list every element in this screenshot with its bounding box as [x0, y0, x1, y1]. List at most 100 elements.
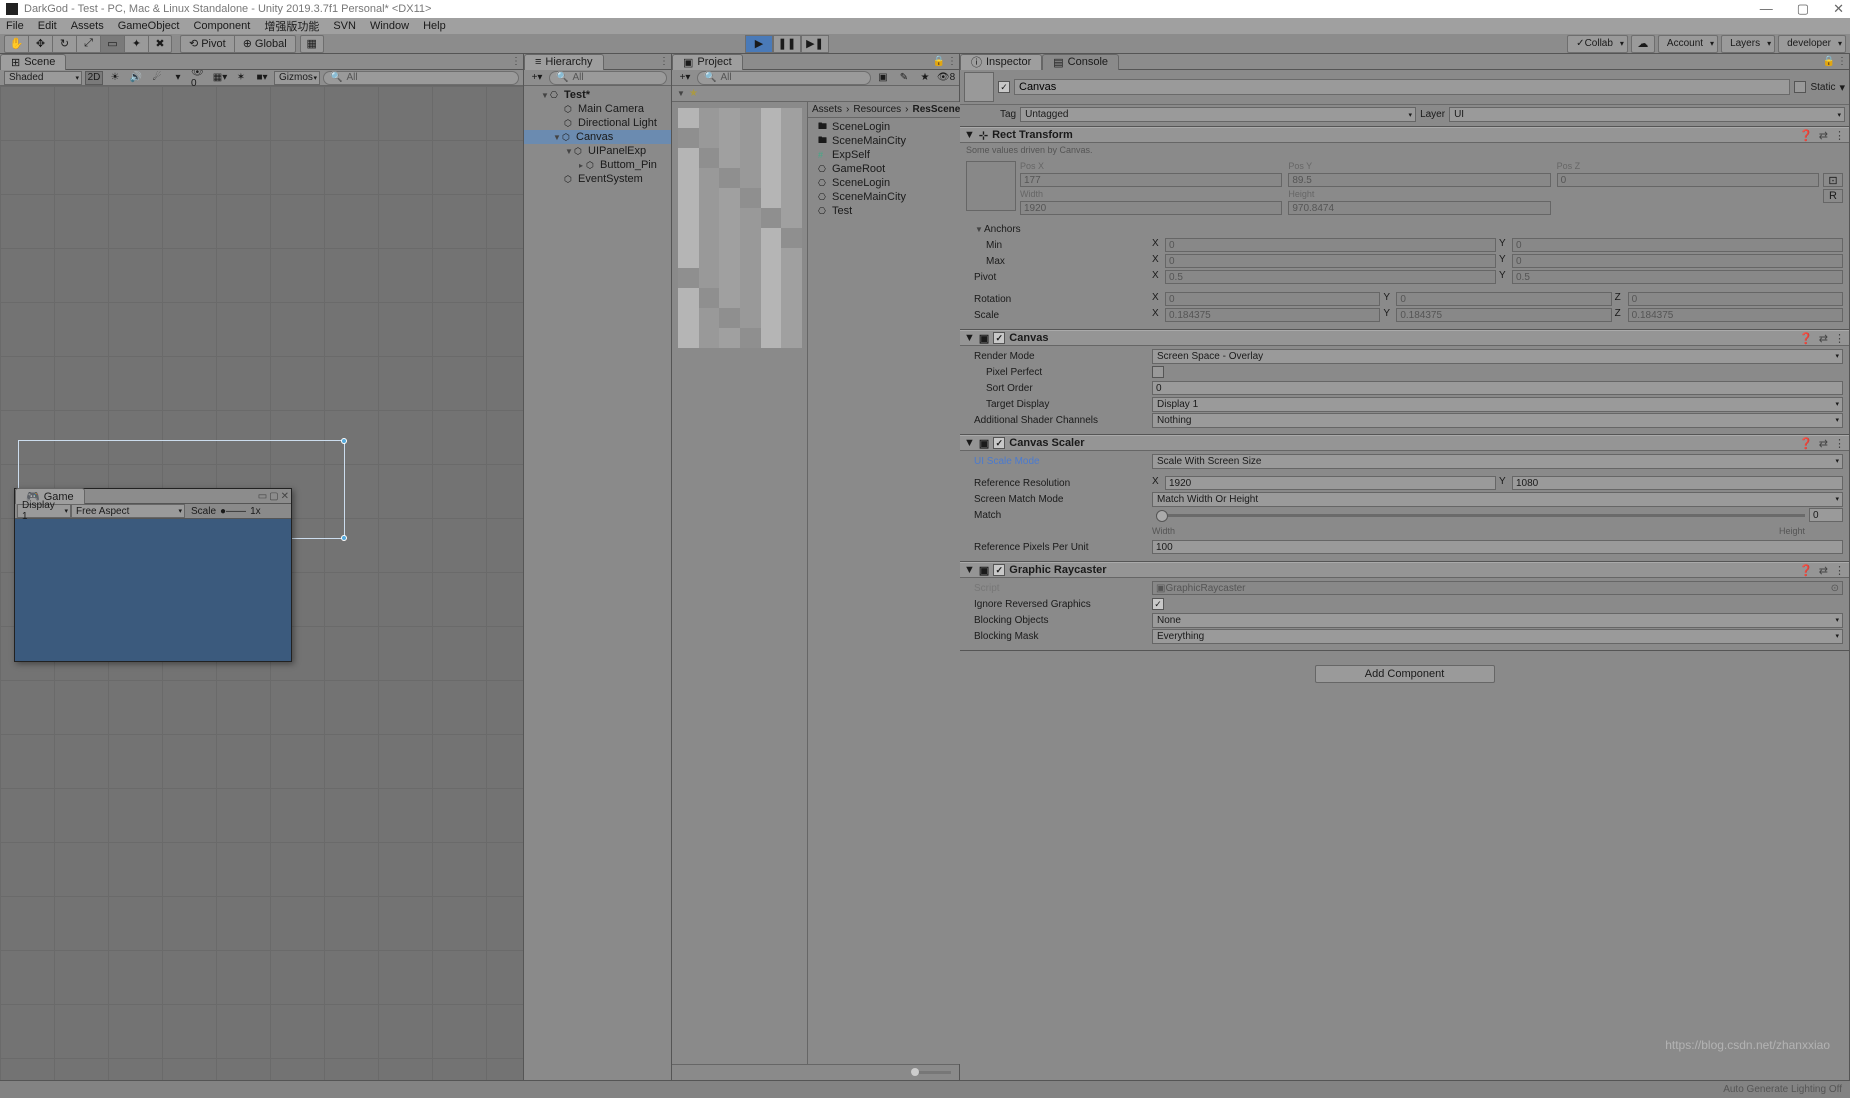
scale-tool-icon[interactable]: ⤢ [76, 35, 100, 53]
add-component-button[interactable]: Add Component [1315, 665, 1495, 683]
hidden-count[interactable]: 👁8 [937, 71, 955, 85]
component-graphic-raycaster[interactable]: ▼▣✓Graphic Raycaster ❓⇄⋮ [960, 562, 1849, 578]
game-close-icon[interactable]: ✕ [281, 491, 289, 502]
gameobject-icon[interactable] [964, 72, 994, 102]
blocking-mask-dropdown[interactable]: Everything [1152, 629, 1843, 644]
hierarchy-search[interactable]: 🔍 All [549, 71, 667, 85]
folder-item[interactable]: 🖿SceneLogin [808, 120, 964, 134]
snap-icon[interactable]: ▦ [300, 35, 324, 53]
panel-menu-icon[interactable]: ⋮ [1837, 56, 1847, 67]
menu-enhanced[interactable]: 增强版功能 [264, 18, 319, 34]
layer-dropdown[interactable]: UI [1449, 107, 1845, 122]
tab-inspector[interactable]: ⓘ Inspector [960, 54, 1042, 70]
grid-icon[interactable]: ▦▾ [211, 71, 229, 85]
menu-component[interactable]: Component [193, 20, 250, 32]
tree-item-canvas[interactable]: ▼⬡Canvas [524, 130, 671, 144]
2d-toggle[interactable]: 2D [85, 71, 103, 85]
folder-item[interactable]: #ExpSelf [808, 148, 964, 162]
audio-icon[interactable]: 🔊 [127, 71, 145, 85]
fav-icon[interactable]: ★ [916, 71, 934, 85]
menu-edit[interactable]: Edit [38, 20, 57, 32]
width-field[interactable]: 1920 [1020, 201, 1282, 215]
match-slider[interactable] [1156, 514, 1805, 517]
fx-icon[interactable]: ☄ [148, 71, 166, 85]
game-display-dropdown[interactable]: Display 1 [17, 504, 71, 518]
match-mode-dropdown[interactable]: Match Width Or Height [1152, 492, 1843, 507]
move-tool-icon[interactable]: ✥ [28, 35, 52, 53]
tag-dropdown[interactable]: Untagged [1020, 107, 1416, 122]
layers-dropdown[interactable]: Layers [1721, 35, 1775, 53]
menu-gameobject[interactable]: GameObject [118, 20, 180, 32]
menu-file[interactable]: File [6, 20, 24, 32]
ignore-reversed-checkbox[interactable]: ✓ [1152, 598, 1164, 610]
component-rect-transform[interactable]: ▼⊹Rect Transform ❓⇄⋮ [960, 127, 1849, 143]
lock-icon[interactable]: 🔒 [1823, 56, 1835, 67]
menu-window[interactable]: Window [370, 20, 409, 32]
folder-item[interactable]: ⎔SceneMainCity [808, 190, 964, 204]
account-dropdown[interactable]: Account [1658, 35, 1718, 53]
pause-button[interactable]: ❚❚ [773, 35, 801, 53]
match-value[interactable]: 0 [1809, 508, 1843, 522]
posx-field[interactable]: 177 [1020, 173, 1282, 187]
component-canvas[interactable]: ▼▣✓Canvas ❓⇄⋮ [960, 330, 1849, 346]
play-button[interactable]: ▶ [745, 35, 773, 53]
filter-icon[interactable]: ▣ [874, 71, 892, 85]
cloud-icon[interactable]: ☁ [1631, 35, 1655, 53]
posy-field[interactable]: 89.5 [1288, 173, 1550, 187]
game-aspect-dropdown[interactable]: Free Aspect [71, 504, 185, 518]
shader-channels-dropdown[interactable]: Nothing [1152, 413, 1843, 428]
tree-item[interactable]: ⬡EventSystem [524, 172, 671, 186]
game-window[interactable]: 🎮 Game ▭ ▢ ✕ Display 1 Free Aspect Scale… [14, 488, 292, 662]
menu-svn[interactable]: SVN [333, 20, 356, 32]
camera-icon[interactable]: ■▾ [253, 71, 271, 85]
sort-order-field[interactable]: 0 [1152, 381, 1843, 395]
tree-scene[interactable]: ▼⎔Test* [524, 88, 671, 102]
sky-icon[interactable]: ▾ [169, 71, 187, 85]
menu-assets[interactable]: Assets [71, 20, 104, 32]
shading-dropdown[interactable]: Shaded [4, 71, 82, 85]
scale-mode-dropdown[interactable]: Scale With Screen Size [1152, 454, 1843, 469]
folder-item[interactable]: ⎔GameRoot [808, 162, 964, 176]
tab-project[interactable]: ▣ Project [672, 54, 743, 70]
folder-item[interactable]: ⎔Test [808, 204, 964, 218]
tab-hierarchy[interactable]: ≡ Hierarchy [524, 54, 604, 70]
more-icon[interactable]: ⋮ [1834, 129, 1845, 142]
gizmos-dropdown[interactable]: Gizmos [274, 71, 320, 85]
create-icon[interactable]: +▾ [528, 71, 546, 85]
gameobject-name-field[interactable] [1014, 79, 1790, 95]
static-checkbox[interactable] [1794, 81, 1806, 93]
minimize-icon[interactable]: — [1760, 1, 1773, 17]
game-max-icon[interactable]: ▢ [269, 491, 278, 502]
anchor-preset[interactable] [966, 161, 1016, 211]
component-canvas-scaler[interactable]: ▼▣✓Canvas Scaler ❓⇄⋮ [960, 435, 1849, 451]
ref-res-y[interactable]: 1080 [1512, 476, 1843, 490]
folder-item[interactable]: 🖿SceneMainCity [808, 134, 964, 148]
blueprint-icon[interactable]: ⊡ [1823, 173, 1843, 187]
rotate-tool-icon[interactable]: ↻ [52, 35, 76, 53]
tree-item[interactable]: ▸⬡Buttom_Pin [524, 158, 671, 172]
game-detach-icon[interactable]: ▭ [258, 491, 267, 502]
ref-pixels-field[interactable]: 100 [1152, 540, 1843, 554]
target-display-dropdown[interactable]: Display 1 [1152, 397, 1843, 412]
panel-menu-icon[interactable]: ⋮ [511, 56, 521, 67]
tool1-icon[interactable]: ✶ [232, 71, 250, 85]
asset-thumbnail[interactable] [678, 108, 802, 348]
pivot-toggle[interactable]: ⟲Pivot [180, 35, 234, 53]
scene-search[interactable]: 🔍 All [323, 71, 519, 85]
tree-item[interactable]: ▼⬡UIPanelExp [524, 144, 671, 158]
tab-scene[interactable]: ⊞ Scene [0, 54, 66, 70]
preset-icon[interactable]: ⇄ [1819, 129, 1828, 142]
custom-tool-icon[interactable]: ✖ [148, 35, 172, 53]
layout-dropdown[interactable]: developer [1778, 35, 1846, 53]
ref-res-x[interactable]: 1920 [1165, 476, 1496, 490]
transform-tool-icon[interactable]: ✦ [124, 35, 148, 53]
project-search[interactable]: 🔍 All [697, 71, 871, 85]
tab-console[interactable]: ▤ Console [1042, 54, 1119, 70]
rect-tool-icon[interactable]: ▭ [100, 35, 124, 53]
blocking-objects-dropdown[interactable]: None [1152, 613, 1843, 628]
lighting-icon[interactable]: ☀ [106, 71, 124, 85]
tree-item[interactable]: ⬡Main Camera [524, 102, 671, 116]
filter2-icon[interactable]: ✎ [895, 71, 913, 85]
raw-edit-icon[interactable]: R [1823, 189, 1843, 203]
collab-dropdown[interactable]: ✓ Collab [1567, 35, 1628, 53]
